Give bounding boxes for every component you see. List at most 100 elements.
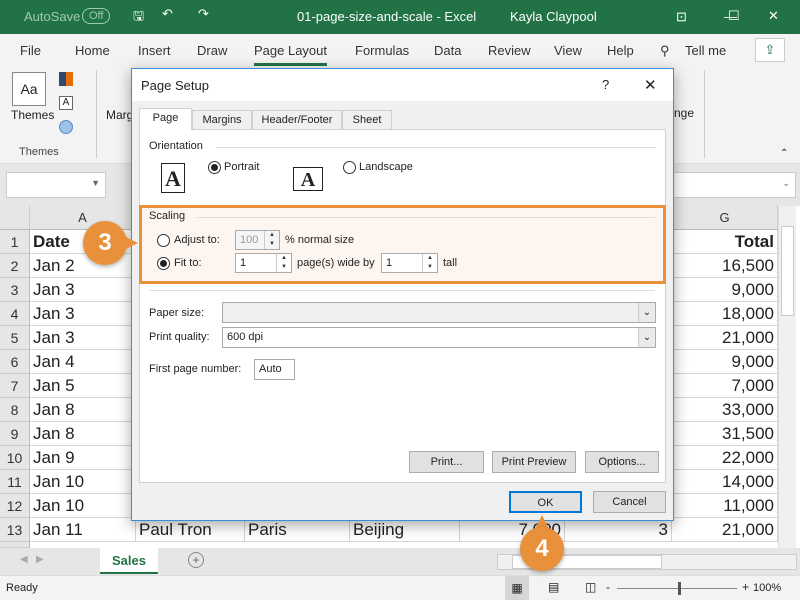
tab-page-layout[interactable]: Page Layout: [254, 43, 328, 66]
row-header[interactable]: 13: [0, 518, 30, 542]
cell-a[interactable]: Jan 9: [30, 446, 136, 470]
cell-a[interactable]: Jan 11: [30, 518, 136, 542]
fit-to-label[interactable]: Fit to:: [174, 257, 202, 269]
fit-to-radio[interactable]: [157, 257, 170, 270]
user-name[interactable]: Kayla Claypool: [510, 9, 597, 24]
adjust-to-label[interactable]: Adjust to:: [174, 234, 220, 246]
cell-g[interactable]: Total: [672, 230, 778, 254]
effects-icon[interactable]: [59, 120, 73, 134]
row-header[interactable]: 9: [0, 422, 30, 446]
cell-g[interactable]: 21,000: [672, 326, 778, 350]
themes-button[interactable]: Themes: [11, 108, 54, 122]
landscape-radio[interactable]: [343, 161, 356, 174]
tell-me[interactable]: Tell me: [685, 43, 726, 58]
pages-tall-spinner[interactable]: 1 ▲ ▼: [381, 253, 438, 273]
cell-b[interactable]: Paul Tron: [136, 518, 245, 542]
cell-g[interactable]: 14,000: [672, 470, 778, 494]
first-page-number-input[interactable]: Auto: [254, 359, 295, 380]
page-layout-view-icon[interactable]: ▤: [548, 580, 559, 594]
cell-g[interactable]: 21,000: [672, 518, 778, 542]
tab-file[interactable]: File: [20, 43, 41, 58]
search-icon[interactable]: ⚲: [660, 43, 670, 59]
row-header[interactable]: 8: [0, 398, 30, 422]
collapse-ribbon-icon[interactable]: ⌃: [780, 148, 788, 159]
zoom-in-button[interactable]: +: [742, 580, 749, 594]
row-header[interactable]: 1: [0, 230, 30, 254]
fonts-icon[interactable]: A: [59, 96, 73, 110]
adjust-to-radio[interactable]: [157, 234, 170, 247]
margins-button[interactable]: Marg: [106, 108, 133, 122]
cell-g[interactable]: 31,500: [672, 422, 778, 446]
row-header[interactable]: 7: [0, 374, 30, 398]
cell-g[interactable]: 16,500: [672, 254, 778, 278]
cell-g[interactable]: 9,000: [672, 278, 778, 302]
tab-margins[interactable]: Margins: [192, 110, 252, 130]
select-all[interactable]: [0, 206, 30, 230]
row-header[interactable]: 3: [0, 278, 30, 302]
page-break-view-icon[interactable]: ◫: [585, 580, 596, 594]
cell-g[interactable]: 7,000: [672, 374, 778, 398]
adjust-to-spinner[interactable]: 100 ▲ ▼: [235, 230, 280, 250]
tab-header-footer[interactable]: Header/Footer: [252, 110, 342, 130]
tab-formulas[interactable]: Formulas: [355, 43, 409, 58]
row-header[interactable]: 5: [0, 326, 30, 350]
scroll-thumb[interactable]: [781, 226, 794, 316]
close-icon[interactable]: ✕: [644, 76, 657, 94]
cell-a[interactable]: Jan 3: [30, 302, 136, 326]
print-preview-button[interactable]: Print Preview: [492, 451, 576, 473]
options-button[interactable]: Options...: [585, 451, 659, 473]
vertical-scrollbar[interactable]: [778, 206, 796, 548]
cell-g[interactable]: 33,000: [672, 398, 778, 422]
cell-g[interactable]: 9,000: [672, 350, 778, 374]
close-icon[interactable]: ✕: [768, 8, 779, 24]
cell-g[interactable]: 22,000: [672, 446, 778, 470]
cell-f[interactable]: 3: [565, 518, 672, 542]
pages-wide-spinner[interactable]: 1 ▲ ▼: [235, 253, 292, 273]
row-header[interactable]: 6: [0, 350, 30, 374]
next-sheet-icon[interactable]: ▶: [36, 554, 44, 565]
portrait-radio[interactable]: [208, 161, 221, 174]
tab-sheet[interactable]: Sheet: [342, 110, 392, 130]
print-quality-select[interactable]: 600 dpi ⌄: [222, 327, 656, 348]
cell-a[interactable]: Jan 8: [30, 398, 136, 422]
row-header[interactable]: 2: [0, 254, 30, 278]
tab-review[interactable]: Review: [488, 43, 531, 58]
cell-a[interactable]: Jan 4: [30, 350, 136, 374]
row-header[interactable]: 4: [0, 302, 30, 326]
sheet-tab-sales[interactable]: Sales: [100, 548, 158, 574]
themes-icon[interactable]: Aa: [12, 72, 46, 106]
tab-page[interactable]: Page: [139, 108, 192, 130]
redo-icon[interactable]: ↷: [198, 6, 209, 22]
undo-icon[interactable]: ↶: [162, 6, 173, 22]
tab-home[interactable]: Home: [75, 43, 110, 58]
row-header[interactable]: 11: [0, 470, 30, 494]
ribbon-display-icon[interactable]: ⊡: [676, 9, 687, 25]
portrait-label[interactable]: Portrait: [224, 161, 259, 173]
autosave-toggle[interactable]: Off: [82, 8, 111, 24]
cancel-button[interactable]: Cancel: [593, 491, 666, 513]
add-sheet-icon[interactable]: +: [188, 552, 204, 568]
cell-a[interactable]: Jan 10: [30, 494, 136, 518]
cell-g[interactable]: 11,000: [672, 494, 778, 518]
zoom-out-button[interactable]: -: [606, 580, 610, 594]
name-box[interactable]: ▼: [6, 172, 106, 198]
arrange-button[interactable]: nge: [674, 106, 694, 120]
row-header[interactable]: 10: [0, 446, 30, 470]
cell-a[interactable]: Jan 10: [30, 470, 136, 494]
tab-insert[interactable]: Insert: [138, 43, 171, 58]
cell-a[interactable]: Jan 8: [30, 422, 136, 446]
cell-a[interactable]: Jan 3: [30, 278, 136, 302]
normal-view-icon[interactable]: ▦: [505, 576, 529, 600]
cell-c[interactable]: Paris: [245, 518, 350, 542]
ok-button[interactable]: OK: [509, 491, 582, 513]
cell-a[interactable]: Jan 3: [30, 326, 136, 350]
cell-d[interactable]: Beijing: [350, 518, 460, 542]
help-button[interactable]: ?: [602, 77, 609, 92]
tab-help[interactable]: Help: [607, 43, 634, 58]
zoom-slider[interactable]: [617, 588, 737, 589]
landscape-label[interactable]: Landscape: [359, 161, 413, 173]
tab-view[interactable]: View: [554, 43, 582, 58]
tab-data[interactable]: Data: [434, 43, 461, 58]
colors-icon[interactable]: [59, 72, 73, 86]
maximize-icon[interactable]: ☐: [728, 8, 740, 24]
